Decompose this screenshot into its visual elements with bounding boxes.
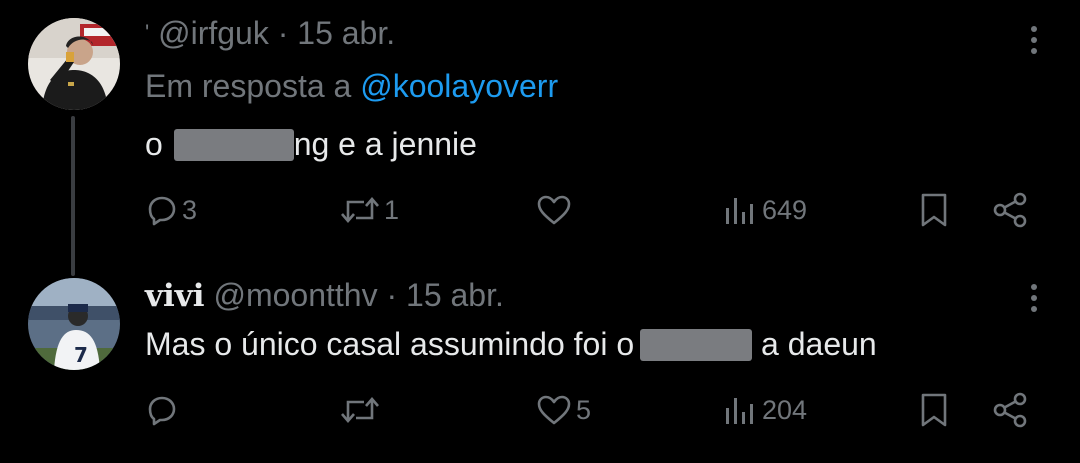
tweet-date[interactable]: 15 abr. <box>297 15 395 51</box>
more-icon-dot <box>1031 295 1037 301</box>
svg-text:7: 7 <box>74 343 88 367</box>
bookmark-button[interactable] <box>918 390 950 430</box>
reply-context: Em resposta a @koolayoverr <box>145 66 558 106</box>
heart-icon <box>537 195 571 225</box>
more-icon-dot <box>1031 48 1037 54</box>
avatar[interactable]: 7 <box>28 278 120 370</box>
tweet-text: Mas o único casal assumindo foi o a daeu… <box>145 324 877 364</box>
display-name[interactable]: vivi <box>145 278 205 314</box>
tweet[interactable]: ' @irfguk · 15 abr. Em resposta a @koola… <box>0 0 1080 276</box>
conversation-thread: ' @irfguk · 15 abr. Em resposta a @koola… <box>0 0 1080 463</box>
user-handle[interactable]: @moontthv <box>213 277 377 313</box>
user-handle[interactable]: @irfguk <box>158 15 269 51</box>
tweet-text-start: Mas o único casal assumindo foi o <box>145 326 635 362</box>
truncated-name: ' <box>145 20 150 45</box>
repost-icon <box>341 197 379 223</box>
heart-icon <box>537 395 571 425</box>
views-button[interactable]: 649 <box>722 190 807 230</box>
redaction-block <box>173 129 294 161</box>
redaction-block <box>640 329 753 361</box>
tweet-date[interactable]: 15 abr. <box>406 277 504 313</box>
tweet-actions: 5 204 <box>0 390 1080 430</box>
bookmark-icon <box>921 193 947 227</box>
tweet-header: ' @irfguk · 15 abr. <box>145 14 395 52</box>
repost-count: 1 <box>384 194 400 225</box>
share-button[interactable] <box>992 190 1028 230</box>
share-icon <box>993 192 1027 228</box>
more-icon <box>1031 284 1037 290</box>
avatar[interactable] <box>28 18 120 110</box>
like-count: 5 <box>576 394 592 425</box>
reply-count: 3 <box>182 194 198 225</box>
reply-button[interactable]: 3 <box>146 190 197 230</box>
separator: · <box>268 15 298 51</box>
view-count: 204 <box>762 394 808 425</box>
reply-mention-link[interactable]: @koolayoverr <box>360 68 558 104</box>
share-button[interactable] <box>992 390 1028 430</box>
bookmark-icon <box>921 393 947 427</box>
more-icon <box>1031 26 1037 32</box>
reply-icon <box>148 196 176 226</box>
more-button[interactable] <box>1022 22 1046 58</box>
more-icon-dot <box>1031 37 1037 43</box>
like-button[interactable] <box>536 190 576 230</box>
repost-icon <box>341 397 379 423</box>
more-button[interactable] <box>1022 280 1046 316</box>
view-count: 649 <box>762 194 808 225</box>
tweet-text-end: ng e a jennie <box>293 126 477 162</box>
tweet[interactable]: 7 vivi @moontthv · 15 abr. Mas o único c… <box>0 268 1080 463</box>
separator: · <box>377 277 407 313</box>
tweet-text-start: o <box>145 126 163 162</box>
more-icon-dot <box>1031 306 1037 312</box>
tweet-text: o ng e a jennie <box>145 124 477 164</box>
bookmark-button[interactable] <box>918 190 950 230</box>
tweet-actions: 3 1 649 <box>0 190 1080 230</box>
reply-icon <box>148 396 176 426</box>
views-icon <box>726 398 753 424</box>
tweet-header: vivi @moontthv · 15 abr. <box>145 276 504 315</box>
views-button[interactable]: 204 <box>722 390 807 430</box>
repost-button[interactable] <box>340 390 384 430</box>
share-icon <box>993 392 1027 428</box>
repost-button[interactable]: 1 <box>340 190 399 230</box>
like-button[interactable]: 5 <box>536 390 591 430</box>
views-icon <box>726 198 753 224</box>
tweet-text-end: a daeun <box>752 326 877 362</box>
reply-button[interactable] <box>146 390 182 430</box>
reply-label: Em resposta a <box>145 68 352 104</box>
